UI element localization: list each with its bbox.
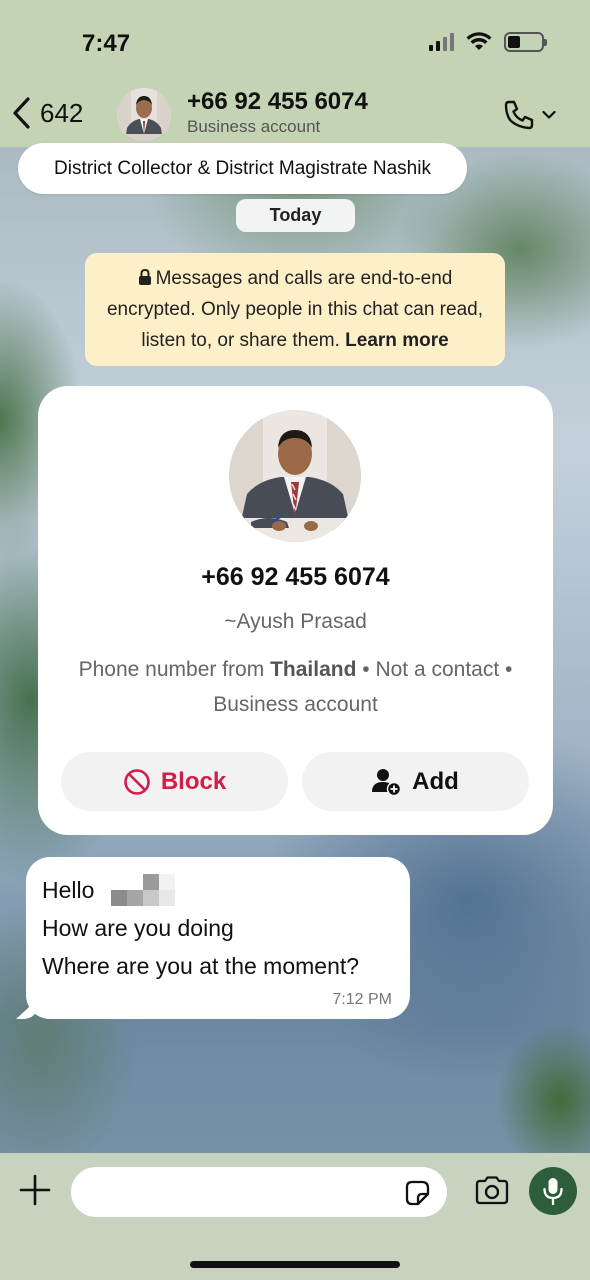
header-subtitle[interactable]: Business account xyxy=(187,117,320,137)
message-line-2: How are you doing xyxy=(42,915,234,941)
chat-header: 7:47 642 +66 92 455 6074 Business accoun… xyxy=(0,0,590,147)
block-label: Block xyxy=(160,767,227,795)
avatar-photo xyxy=(117,88,171,142)
signal-icon xyxy=(429,33,454,51)
redacted-name xyxy=(110,873,175,906)
message-time: 7:12 PM xyxy=(332,991,392,1008)
wifi-icon xyxy=(466,32,492,50)
lock-icon xyxy=(138,268,151,285)
add-label: Add xyxy=(412,767,459,795)
message-line-1: Hello xyxy=(42,877,95,903)
contact-info-card: +66 92 455 6074 ~Ayush Prasad Phone numb… xyxy=(38,386,553,835)
battery-icon xyxy=(504,32,547,52)
mic-icon xyxy=(543,1178,563,1206)
contact-photo xyxy=(229,410,361,542)
message-line: Hello xyxy=(42,871,394,909)
message-input[interactable] xyxy=(71,1167,447,1217)
sticker-icon[interactable] xyxy=(403,1179,431,1207)
add-contact-button[interactable]: Add xyxy=(302,752,529,811)
unread-count: 642 xyxy=(40,97,84,128)
message-line-3: Where are you at the moment? xyxy=(42,953,360,979)
attach-button[interactable] xyxy=(18,1173,52,1212)
chevron-down-icon xyxy=(542,110,556,119)
contact-country: Thailand xyxy=(270,658,357,681)
contact-phone: +66 92 455 6074 xyxy=(201,563,390,591)
contact-details-prefix: Phone number from xyxy=(78,658,265,681)
business-name-banner: District Collector & District Magistrate… xyxy=(18,143,467,194)
add-contact-icon xyxy=(372,768,402,796)
learn-more-link[interactable]: Learn more xyxy=(345,330,448,351)
call-button[interactable] xyxy=(502,98,556,132)
contact-details: Phone number from Thailand • Not a conta… xyxy=(78,652,513,722)
block-icon xyxy=(124,768,150,795)
block-button[interactable]: Block xyxy=(61,752,288,811)
encryption-notice[interactable]: Messages and calls are end-to-end encryp… xyxy=(85,253,505,366)
camera-button[interactable] xyxy=(474,1175,510,1210)
back-chevron-icon xyxy=(13,97,30,129)
contact-avatar[interactable] xyxy=(229,410,361,542)
back-button[interactable]: 642 xyxy=(10,96,83,130)
date-chip: Today xyxy=(236,199,355,232)
header-avatar[interactable] xyxy=(117,88,171,142)
home-indicator[interactable] xyxy=(190,1261,400,1268)
header-title[interactable]: +66 92 455 6074 xyxy=(187,88,368,116)
incoming-message[interactable]: Hello How are you doing Where are you at… xyxy=(26,857,410,1019)
voice-message-button[interactable] xyxy=(529,1167,577,1215)
camera-icon xyxy=(475,1176,509,1205)
contact-name: ~Ayush Prasad xyxy=(224,610,367,633)
status-icons xyxy=(429,32,547,52)
status-time: 7:47 xyxy=(82,30,131,57)
phone-icon xyxy=(504,100,534,130)
plus-icon xyxy=(19,1174,51,1206)
